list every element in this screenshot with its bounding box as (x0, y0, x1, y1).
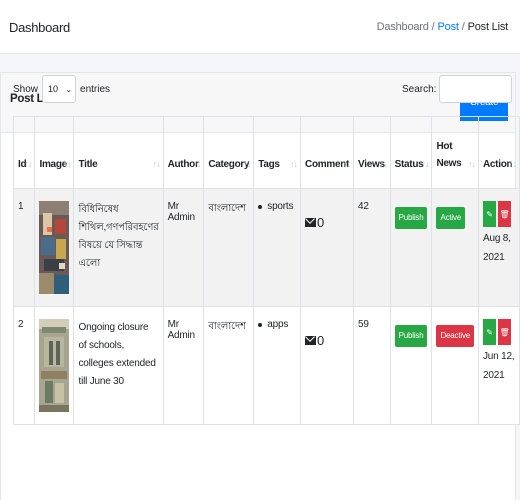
bullet-icon (258, 322, 263, 327)
column-label: Title (78, 159, 98, 170)
post-thumbnail[interactable] (39, 201, 70, 294)
comment-count[interactable]: 0 (305, 215, 349, 230)
breadcrumb-dashboard[interactable]: Dashboard (377, 21, 429, 33)
column-header-action[interactable]: Action ↑↓ (478, 116, 520, 189)
tag-label: apps (267, 319, 289, 330)
breadcrumb-post[interactable]: Post (438, 21, 459, 33)
tag-item: sports (258, 201, 296, 212)
cell-hot-news: Deactive (431, 306, 479, 425)
comment-value: 0 (317, 333, 325, 348)
tag-label: sports (267, 201, 294, 212)
column-header-id[interactable]: Id ↑↓ (12, 116, 36, 189)
cell-title: Ongoing closure of schools, colleges ext… (73, 306, 164, 425)
column-label: Tags (258, 159, 280, 170)
sort-icon: ↑↓ (290, 159, 298, 169)
cell-author: Mr Admin (162, 306, 205, 425)
cell-comment: 0 (300, 306, 355, 425)
column-header-status[interactable]: Status ↑↓ (389, 116, 433, 189)
cell-action: ✎ 🗑 Aug 8, 2021 (478, 188, 520, 307)
cell-action: ✎ 🗑 Jun 12, 2021 (478, 306, 520, 425)
delete-button[interactable]: 🗑 (498, 319, 511, 345)
search-input[interactable] (439, 75, 513, 103)
post-date: Jun 12, 2021 (483, 351, 515, 381)
post-date: Aug 8, 2021 (483, 233, 511, 263)
sort-icon: ↑↓ (509, 159, 517, 169)
sort-icon: ↑↓ (379, 159, 388, 169)
cell-comment: 0 (300, 188, 355, 307)
entries-control: Show 10 ⌄ entries (13, 75, 111, 103)
action-buttons: ✎ 🗑 (483, 201, 515, 227)
sort-icon: ↑↓ (243, 159, 251, 169)
search-label: Search: (402, 83, 437, 95)
table-row: 2 Ongoing closure of schools, colleges e… (12, 306, 520, 425)
table-header-row: Id ↑↓ Image ↑↓ Title ↑↓ Author ↑↓ Category ↑↓… (12, 116, 520, 189)
tag-item: apps (258, 319, 296, 330)
posts-table: Id ↑↓ Image ↑↓ Title ↑↓ Author ↑↓ Category ↑↓… (12, 116, 520, 425)
cell-tags: apps (253, 306, 302, 425)
edit-icon: ✎ (486, 327, 493, 337)
column-header-views[interactable]: Views ↑↓ (353, 116, 391, 189)
show-label: Show (13, 83, 39, 95)
sort-icon: ↑↓ (24, 159, 32, 169)
cell-id: 2 (12, 306, 36, 425)
column-header-comment[interactable]: Comment ↑↓ (300, 116, 355, 189)
breadcrumb-post-list: Post List (467, 21, 509, 33)
cell-image (34, 306, 75, 425)
bullet-icon (258, 204, 263, 209)
column-label: Action (483, 159, 513, 170)
table-row: 1 বিধিনিষেধ শিথিল,গণপরিবহণের বিষয়ে যে স… (12, 188, 520, 307)
sort-icon: ↑↓ (152, 159, 161, 169)
cell-id: 1 (12, 188, 36, 307)
sort-icon: ↑↓ (421, 159, 429, 169)
post-thumbnail[interactable] (39, 319, 70, 412)
cell-image (34, 188, 75, 307)
column-header-author[interactable]: Author ↑↓ (162, 116, 205, 189)
status-badge[interactable]: Publish (394, 325, 428, 347)
comment-value: 0 (317, 215, 325, 230)
cell-views: 59 (353, 306, 391, 425)
trash-icon: 🗑 (499, 327, 510, 337)
edit-icon: ✎ (486, 209, 493, 219)
column-header-title[interactable]: Title ↑↓ (73, 116, 164, 189)
status-badge[interactable]: Publish (394, 207, 428, 229)
hot-news-badge[interactable]: Deactive (436, 325, 474, 347)
column-header-image[interactable]: Image ↑↓ (34, 116, 75, 189)
breadcrumb: Dashboard / Post / Post List (376, 21, 509, 33)
sort-icon: ↑↓ (468, 159, 476, 169)
search-control: Search: (402, 75, 513, 103)
column-label: Hot News (436, 141, 462, 169)
column-header-category[interactable]: Category ↑↓ (203, 116, 255, 189)
entries-label: entries (80, 83, 111, 95)
hot-news-badge[interactable]: Active (436, 207, 466, 229)
cell-views: 42 (353, 188, 391, 307)
sort-icon: ↑↓ (63, 159, 71, 169)
delete-button[interactable]: 🗑 (498, 201, 511, 227)
entries-value: 10 (48, 84, 59, 94)
sort-icon: ↑↓ (343, 159, 351, 169)
cell-category: বাংলাদেশ (203, 188, 255, 307)
top-header: Dashboard Dashboard / Post / Post List (0, 0, 520, 54)
entries-select[interactable]: 10 ⌄ (42, 75, 77, 103)
edit-button[interactable]: ✎ (483, 201, 496, 227)
cell-tags: sports (253, 188, 302, 307)
cell-status: Publish (389, 306, 433, 425)
column-header-hot-news[interactable]: Hot News ↑↓ (431, 116, 479, 189)
column-header-tags[interactable]: Tags ↑↓ (253, 116, 302, 189)
page-title: Dashboard (9, 20, 70, 35)
comment-count[interactable]: 0 (305, 333, 349, 348)
column-label: Status (394, 159, 424, 170)
cell-author: Mr Admin (162, 188, 205, 307)
envelope-icon (305, 218, 317, 227)
action-buttons: ✎ 🗑 (483, 319, 515, 345)
edit-button[interactable]: ✎ (483, 319, 496, 345)
chevron-down-icon: ⌄ (65, 84, 73, 94)
cell-hot-news: Active (431, 188, 479, 307)
cell-title: বিধিনিষেধ শিথিল,গণপরিবহণের বিষয়ে যে সিদ… (73, 188, 164, 307)
sort-icon: ↑↓ (193, 159, 201, 169)
cell-status: Publish (389, 188, 433, 307)
envelope-icon (305, 336, 317, 345)
cell-category: বাংলাদেশ (203, 306, 255, 425)
trash-icon: 🗑 (499, 209, 510, 219)
